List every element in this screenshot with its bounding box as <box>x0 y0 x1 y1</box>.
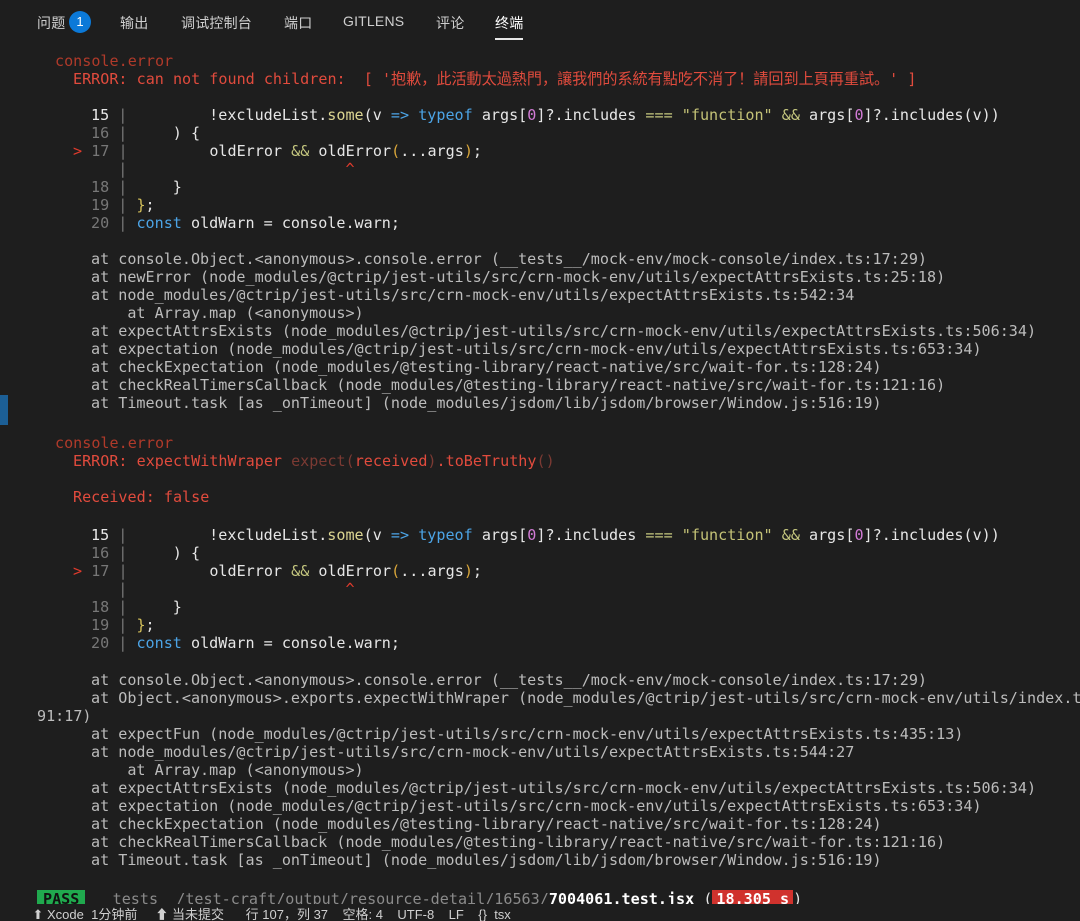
tab-ports[interactable]: 端口 <box>284 13 312 33</box>
code-line-17: > 17 | oldError && oldError(...args); <box>73 142 483 160</box>
stack-frame-wrap: 91:17) <box>37 707 92 725</box>
code-line-17: > 17 | oldError && oldError(...args); <box>73 562 483 580</box>
console-error-label: console.error <box>55 434 174 452</box>
stack-frame: at console.Object.<anonymous>.console.er… <box>91 671 928 689</box>
console-error-label: console.error <box>55 52 174 70</box>
stack-frame: at Timeout.task [as _onTimeout] (node_mo… <box>91 394 882 412</box>
stack-frame: at checkRealTimersCallback (node_modules… <box>91 833 946 851</box>
code-line-16: 16 | ) { <box>91 544 201 562</box>
tab-terminal[interactable]: 终端 <box>495 13 524 40</box>
stack-frame: at console.Object.<anonymous>.console.er… <box>91 250 928 268</box>
stack-frame: at newError (node_modules/@ctrip/jest-ut… <box>91 268 946 286</box>
stack-frame: at expectation (node_modules/@ctrip/jest… <box>91 797 982 815</box>
tab-output[interactable]: 输出 <box>120 13 148 33</box>
tab-problems[interactable]: 问题 <box>37 13 65 33</box>
error-message: ERROR: expectWithWraper expect(received)… <box>73 452 555 470</box>
code-line-19: 19 | }; <box>91 196 155 214</box>
terminal-output[interactable]: console.error ERROR: can not found child… <box>0 44 1080 908</box>
stack-frame: at checkExpectation (node_modules/@testi… <box>91 815 882 833</box>
stack-frame: at expectAttrsExists (node_modules/@ctri… <box>91 779 1037 797</box>
code-line-15: 15 | !excludeList.some(v => typeof args[… <box>91 106 1000 124</box>
code-line-20: 20 | const oldWarn = console.warn; <box>91 634 400 652</box>
stack-frame: at expectAttrsExists (node_modules/@ctri… <box>91 322 1037 340</box>
error-message: ERROR: can not found children: [ '抱歉，此活動… <box>73 70 917 88</box>
stack-frame: at checkRealTimersCallback (node_modules… <box>91 376 946 394</box>
tab-debug-console[interactable]: 调试控制台 <box>181 13 252 33</box>
code-caret-line: | ^ <box>91 160 355 178</box>
tab-comments[interactable]: 评论 <box>436 13 464 33</box>
problems-count-badge: 1 <box>69 11 91 33</box>
status-bar: ⬆ Xcode 1分钟前 ⬆ 当未提交 行 107，列 37 空格: 4 UTF… <box>0 904 1080 921</box>
stack-frame: at expectation (node_modules/@ctrip/jest… <box>91 340 982 358</box>
stack-frame: at Array.map (<anonymous>) <box>91 304 364 322</box>
stack-frame: at Timeout.task [as _onTimeout] (node_mo… <box>91 851 882 869</box>
code-line-16: 16 | ) { <box>91 124 201 142</box>
code-line-18: 18 | } <box>91 598 182 616</box>
received-value: Received: false <box>73 488 210 506</box>
stack-frame: at Array.map (<anonymous>) <box>91 761 364 779</box>
code-line-20: 20 | const oldWarn = console.warn; <box>91 214 400 232</box>
code-line-18: 18 | } <box>91 178 182 196</box>
stack-frame: at expectFun (node_modules/@ctrip/jest-u… <box>91 725 964 743</box>
code-line-19: 19 | }; <box>91 616 155 634</box>
code-caret-line: | ^ <box>91 580 355 598</box>
stack-frame: at node_modules/@ctrip/jest-utils/src/cr… <box>91 286 855 304</box>
stack-frame: at Object.<anonymous>.exports.expectWith… <box>91 689 1080 707</box>
stack-frame: at checkExpectation (node_modules/@testi… <box>91 358 882 376</box>
tab-gitlens[interactable]: GITLENS <box>343 13 404 29</box>
panel-tab-bar: 问题 1 输出 调试控制台 端口 GITLENS 评论 终端 <box>0 0 1080 44</box>
code-line-15: 15 | !excludeList.some(v => typeof args[… <box>91 526 1000 544</box>
stack-frame: at node_modules/@ctrip/jest-utils/src/cr… <box>91 743 855 761</box>
